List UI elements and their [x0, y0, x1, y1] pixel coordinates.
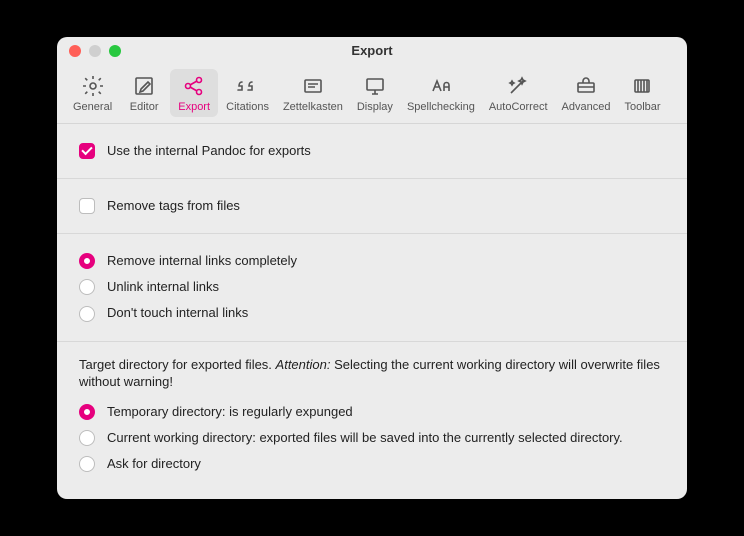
- group-remove-tags: Remove tags from files: [57, 179, 687, 234]
- quote-icon: [236, 73, 260, 99]
- tab-toolbar[interactable]: Toolbar: [618, 69, 666, 117]
- window-title: Export: [57, 43, 687, 58]
- preferences-window: Export General Editor Export Citations: [57, 37, 687, 500]
- minimize-icon[interactable]: [89, 45, 101, 57]
- tab-label: Zettelkasten: [283, 101, 343, 113]
- pencil-square-icon: [132, 73, 156, 99]
- radio-label: Don't touch internal links: [107, 304, 248, 322]
- tab-label: Citations: [226, 101, 269, 113]
- tab-label: Editor: [130, 101, 159, 113]
- group-target-directory: Target directory for exported files. Att…: [57, 342, 687, 500]
- group-pandoc: Use the internal Pandoc for exports: [57, 124, 687, 179]
- radio-label: Temporary directory: is regularly expung…: [107, 403, 353, 421]
- tab-autocorrect[interactable]: AutoCorrect: [483, 69, 554, 117]
- tab-editor[interactable]: Editor: [120, 69, 168, 117]
- checkbox-use-internal-pandoc[interactable]: [79, 143, 95, 159]
- tab-label: Toolbar: [624, 101, 660, 113]
- preferences-toolbar: General Editor Export Citations Zettelka…: [57, 65, 687, 124]
- checkbox-remove-tags[interactable]: [79, 198, 95, 214]
- content-area: Use the internal Pandoc for exports Remo…: [57, 124, 687, 500]
- titlebar: Export: [57, 37, 687, 65]
- radio-label: Remove internal links completely: [107, 252, 297, 270]
- zoom-icon[interactable]: [109, 45, 121, 57]
- radio-temp-dir[interactable]: [79, 404, 95, 420]
- radio-label: Ask for directory: [107, 455, 201, 473]
- tab-citations[interactable]: Citations: [220, 69, 275, 117]
- aa-icon: [429, 73, 453, 99]
- grid-icon: [630, 73, 654, 99]
- radio-label: Current working directory: exported file…: [107, 429, 623, 447]
- tab-label: Spellchecking: [407, 101, 475, 113]
- target-dir-note: Target directory for exported files. Att…: [79, 356, 665, 391]
- tab-label: Export: [178, 101, 210, 113]
- tab-label: General: [73, 101, 112, 113]
- radio-remove-links[interactable]: [79, 253, 95, 269]
- tab-display[interactable]: Display: [351, 69, 399, 117]
- checkbox-label: Remove tags from files: [107, 197, 240, 215]
- tab-label: Advanced: [562, 101, 611, 113]
- tab-general[interactable]: General: [67, 69, 118, 117]
- tab-spellchecking[interactable]: Spellchecking: [401, 69, 481, 117]
- note-icon: [301, 73, 325, 99]
- close-icon[interactable]: [69, 45, 81, 57]
- checkbox-label: Use the internal Pandoc for exports: [107, 142, 311, 160]
- toolbox-icon: [574, 73, 598, 99]
- tab-zettelkasten[interactable]: Zettelkasten: [277, 69, 349, 117]
- radio-unlink-links[interactable]: [79, 279, 95, 295]
- tab-export[interactable]: Export: [170, 69, 218, 117]
- wand-icon: [506, 73, 530, 99]
- tab-label: Display: [357, 101, 393, 113]
- gear-icon: [81, 73, 105, 99]
- monitor-icon: [363, 73, 387, 99]
- radio-label: Unlink internal links: [107, 278, 219, 296]
- share-icon: [182, 73, 206, 99]
- tab-advanced[interactable]: Advanced: [556, 69, 617, 117]
- radio-ask-dir[interactable]: [79, 456, 95, 472]
- radio-dont-touch-links[interactable]: [79, 306, 95, 322]
- window-controls: [57, 45, 121, 57]
- tab-label: AutoCorrect: [489, 101, 548, 113]
- group-internal-links: Remove internal links completely Unlink …: [57, 234, 687, 342]
- radio-cwd-dir[interactable]: [79, 430, 95, 446]
